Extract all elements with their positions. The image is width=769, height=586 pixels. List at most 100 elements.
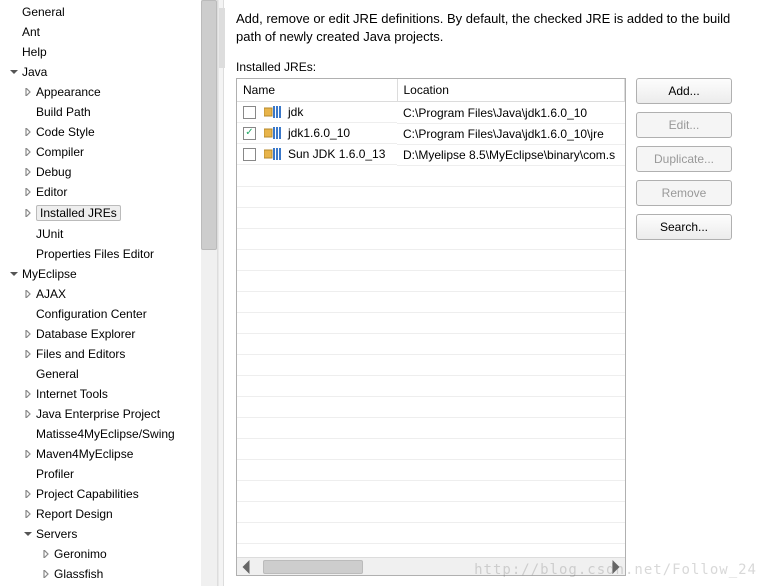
tree-item[interactable]: MyEclipse bbox=[4, 264, 213, 284]
tree-item-label: Editor bbox=[36, 185, 67, 199]
expand-arrow-icon[interactable] bbox=[22, 86, 34, 98]
expand-arrow-icon[interactable] bbox=[22, 308, 34, 320]
jre-checkbox[interactable] bbox=[243, 148, 256, 161]
duplicate-button[interactable]: Duplicate... bbox=[636, 146, 732, 172]
remove-button[interactable]: Remove bbox=[636, 180, 732, 206]
button-column: Add... Edit... Duplicate... Remove Searc… bbox=[636, 78, 732, 576]
tree-item[interactable]: Appearance bbox=[4, 82, 213, 102]
expand-arrow-icon[interactable] bbox=[22, 368, 34, 380]
split-divider[interactable] bbox=[218, 0, 224, 586]
search-button[interactable]: Search... bbox=[636, 214, 732, 240]
jre-checkbox[interactable] bbox=[243, 127, 256, 140]
tree-item[interactable]: Build Path bbox=[4, 102, 213, 122]
expand-arrow-icon[interactable] bbox=[22, 348, 34, 360]
tree-item[interactable]: Profiler bbox=[4, 464, 213, 484]
tree-item[interactable]: Java bbox=[4, 62, 213, 82]
tree-item[interactable]: AJAX bbox=[4, 284, 213, 304]
tree-item[interactable]: Servers bbox=[4, 524, 213, 544]
tree-item[interactable]: Database Explorer bbox=[4, 324, 213, 344]
expand-arrow-icon[interactable] bbox=[22, 328, 34, 340]
expand-arrow-icon[interactable] bbox=[22, 488, 34, 500]
jre-location: D:\Myelipse 8.5\MyEclipse\binary\com.s bbox=[403, 148, 615, 162]
column-header-location[interactable]: Location bbox=[397, 79, 625, 102]
expand-arrow-icon[interactable] bbox=[22, 528, 34, 540]
expand-arrow-icon[interactable] bbox=[8, 6, 20, 18]
tree-item[interactable]: Internet Tools bbox=[4, 384, 213, 404]
tree-item-label: JUnit bbox=[36, 227, 63, 241]
tree-item-label: Files and Editors bbox=[36, 347, 125, 361]
expand-arrow-icon[interactable] bbox=[22, 388, 34, 400]
tree-item[interactable]: Compiler bbox=[4, 142, 213, 162]
expand-arrow-icon[interactable] bbox=[8, 26, 20, 38]
jre-name: jdk bbox=[288, 105, 303, 119]
add-button[interactable]: Add... bbox=[636, 78, 732, 104]
expand-arrow-icon[interactable] bbox=[8, 268, 20, 280]
hscroll-thumb[interactable] bbox=[263, 560, 363, 574]
expand-arrow-icon[interactable] bbox=[22, 508, 34, 520]
jre-location: C:\Program Files\Java\jdk1.6.0_10 bbox=[403, 106, 587, 120]
tree-item[interactable]: Java Enterprise Project bbox=[4, 404, 213, 424]
tree-item-label: Compiler bbox=[36, 145, 84, 159]
tree-item-label: Java Enterprise Project bbox=[36, 407, 160, 421]
expand-arrow-icon[interactable] bbox=[22, 126, 34, 138]
tree-item[interactable]: Geronimo bbox=[4, 544, 213, 564]
scroll-left-icon[interactable] bbox=[239, 560, 253, 574]
table-row[interactable]: Sun JDK 1.6.0_13 D:\Myelipse 8.5\MyEclips… bbox=[237, 144, 625, 165]
column-header-name[interactable]: Name bbox=[237, 79, 397, 102]
tree-item[interactable]: Maven4MyEclipse bbox=[4, 444, 213, 464]
tree-item[interactable]: Ant bbox=[4, 22, 213, 42]
tree-item[interactable]: Configuration Center bbox=[4, 304, 213, 324]
jre-icon bbox=[264, 148, 282, 160]
table-row[interactable]: jdk1.6.0_10C:\Program Files\Java\jdk1.6.… bbox=[237, 123, 625, 144]
jre-name: Sun JDK 1.6.0_13 bbox=[288, 147, 385, 161]
expand-arrow-icon[interactable] bbox=[22, 228, 34, 240]
expand-arrow-icon[interactable] bbox=[22, 207, 34, 219]
expand-arrow-icon[interactable] bbox=[22, 448, 34, 460]
tree-item[interactable]: Code Style bbox=[4, 122, 213, 142]
tree-item-label: Geronimo bbox=[54, 547, 107, 561]
tree-item-label: Maven4MyEclipse bbox=[36, 447, 133, 461]
tree-item-label: Help bbox=[22, 45, 47, 59]
tree-item[interactable]: Files and Editors bbox=[4, 344, 213, 364]
edit-button[interactable]: Edit... bbox=[636, 112, 732, 138]
tree-item[interactable]: Matisse4MyEclipse/Swing bbox=[4, 424, 213, 444]
tree-item-label: Matisse4MyEclipse/Swing bbox=[36, 427, 175, 441]
sidebar-scrollbar[interactable] bbox=[201, 0, 217, 586]
tree-item[interactable]: Installed JREs bbox=[4, 202, 213, 224]
divider-handle[interactable] bbox=[219, 8, 225, 68]
sidebar-scrollbar-thumb[interactable] bbox=[201, 0, 217, 250]
tree-item[interactable]: General bbox=[4, 364, 213, 384]
expand-arrow-icon[interactable] bbox=[22, 428, 34, 440]
tree-item[interactable]: Help bbox=[4, 42, 213, 62]
tree-item[interactable]: General bbox=[4, 2, 213, 22]
expand-arrow-icon[interactable] bbox=[40, 568, 52, 580]
expand-arrow-icon[interactable] bbox=[22, 166, 34, 178]
expand-arrow-icon[interactable] bbox=[22, 408, 34, 420]
description-text: Add, remove or edit JRE definitions. By … bbox=[236, 10, 757, 46]
expand-arrow-icon[interactable] bbox=[8, 46, 20, 58]
tree-item-label: Report Design bbox=[36, 507, 113, 521]
tree-item[interactable]: Properties Files Editor bbox=[4, 244, 213, 264]
tree-item[interactable]: Project Capabilities bbox=[4, 484, 213, 504]
tree-item-label: Properties Files Editor bbox=[36, 247, 154, 261]
expand-arrow-icon[interactable] bbox=[22, 186, 34, 198]
expand-arrow-icon[interactable] bbox=[22, 146, 34, 158]
jre-checkbox[interactable] bbox=[243, 106, 256, 119]
table-row[interactable]: jdk C:\Program Files\Java\jdk1.6.0_10 bbox=[237, 102, 625, 124]
tree-item-label: Internet Tools bbox=[36, 387, 108, 401]
jre-location: C:\Program Files\Java\jdk1.6.0_10\jre bbox=[403, 127, 604, 141]
tree-item[interactable]: Report Design bbox=[4, 504, 213, 524]
expand-arrow-icon[interactable] bbox=[22, 468, 34, 480]
tree-item[interactable]: JUnit bbox=[4, 224, 213, 244]
tree-item[interactable]: Glassfish bbox=[4, 564, 213, 584]
expand-arrow-icon[interactable] bbox=[40, 548, 52, 560]
tree-item-label: Java bbox=[22, 65, 47, 79]
expand-arrow-icon[interactable] bbox=[22, 288, 34, 300]
tree-item[interactable]: Debug bbox=[4, 162, 213, 182]
expand-arrow-icon[interactable] bbox=[22, 106, 34, 118]
tree-item[interactable]: Editor bbox=[4, 182, 213, 202]
expand-arrow-icon[interactable] bbox=[22, 248, 34, 260]
expand-arrow-icon[interactable] bbox=[8, 66, 20, 78]
jre-icon bbox=[264, 127, 282, 139]
tree-item-label: Debug bbox=[36, 165, 71, 179]
